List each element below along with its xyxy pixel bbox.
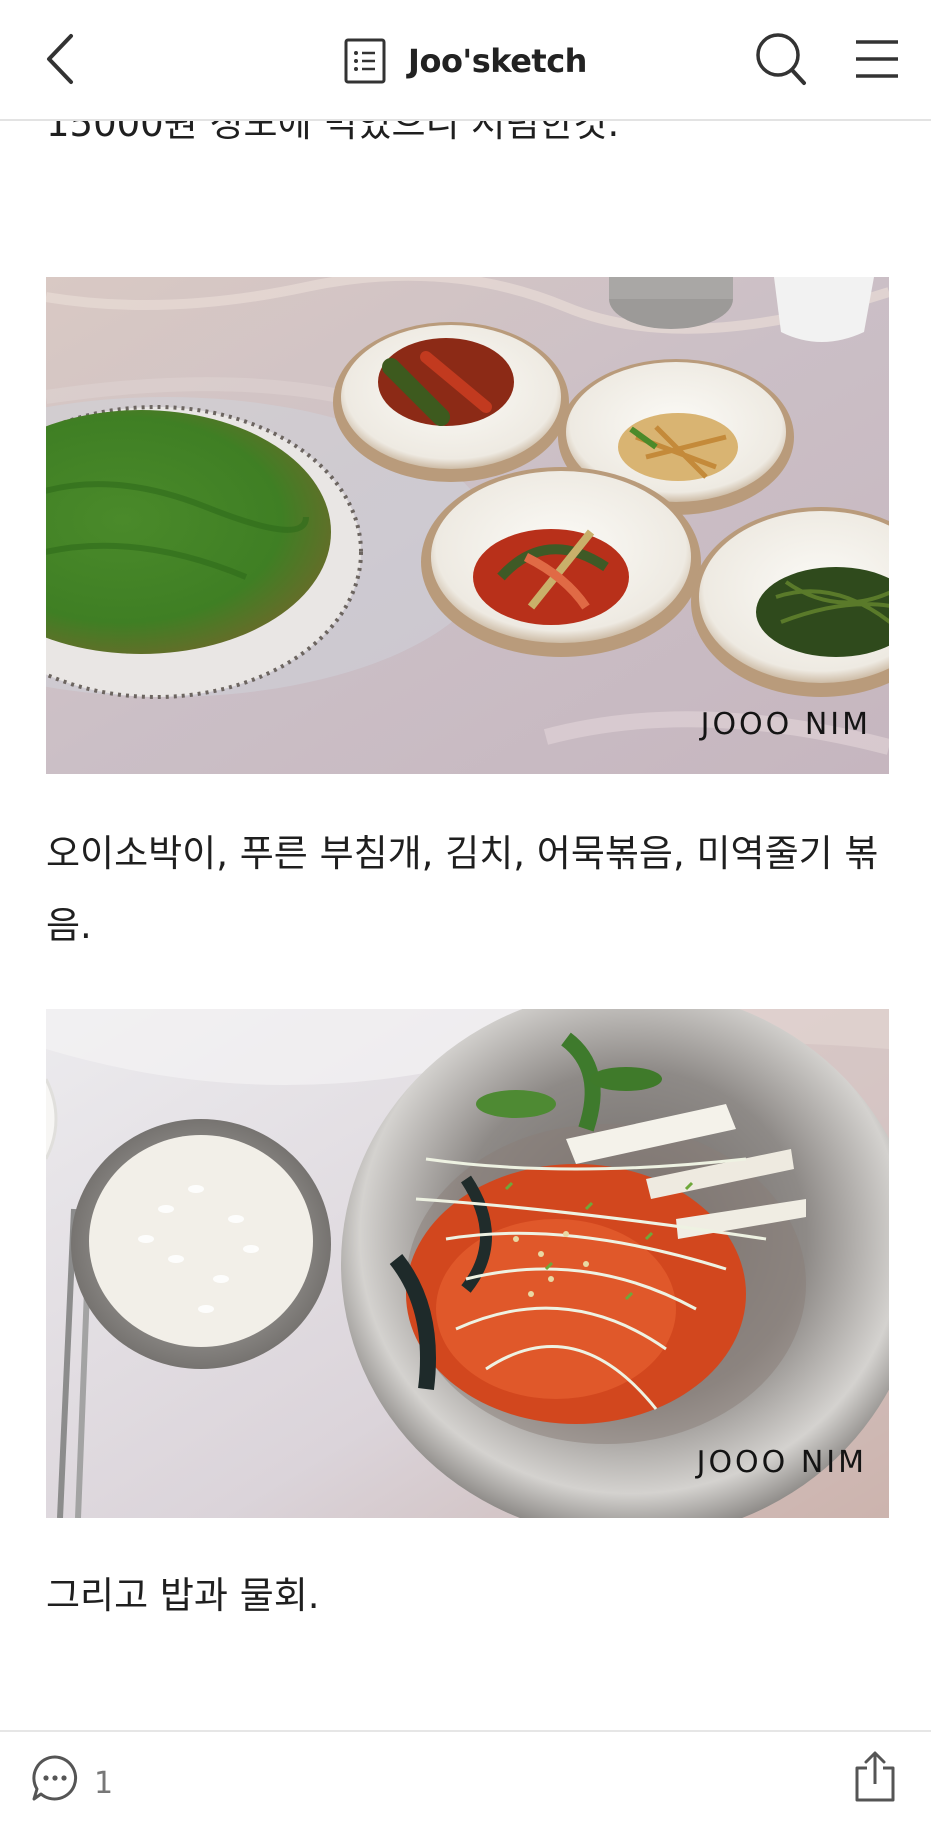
share-button[interactable] <box>847 1744 903 1810</box>
photo-watermark: JOOO NIM <box>696 1445 867 1480</box>
menu-button[interactable] <box>846 24 908 94</box>
article-content: 15000원 정도에 먹었으니 저렴한것. JOOO NIM 오이소박이, 푸른… <box>0 0 931 1730</box>
document-list-icon <box>344 38 386 84</box>
share-icon <box>855 1751 895 1802</box>
side-dishes-image <box>46 277 889 774</box>
article-photo-mulhoe[interactable]: JOOO NIM <box>46 1009 889 1518</box>
article-paragraph: 오이소박이, 푸른 부침개, 김치, 어묵볶음, 미역줄기 볶음. <box>46 832 879 947</box>
hamburger-menu-icon <box>856 40 898 78</box>
article-photo-side-dishes[interactable]: JOOO NIM <box>46 277 889 774</box>
top-navigation-bar: Joo'sketch <box>0 0 931 121</box>
search-icon <box>756 33 806 85</box>
comment-bubble-icon <box>32 1755 78 1801</box>
mulhoe-rice-image <box>46 1009 889 1518</box>
comment-button[interactable]: 1 <box>30 1746 113 1810</box>
bottom-action-bar: 1 <box>0 1730 931 1822</box>
photo-watermark: JOOO NIM <box>700 707 871 742</box>
search-button[interactable] <box>748 24 814 94</box>
article-paragraph: 그리고 밥과 물회. <box>46 1574 320 1617</box>
blog-title: Joo'sketch <box>408 42 587 80</box>
comment-count: 1 <box>94 1765 114 1801</box>
